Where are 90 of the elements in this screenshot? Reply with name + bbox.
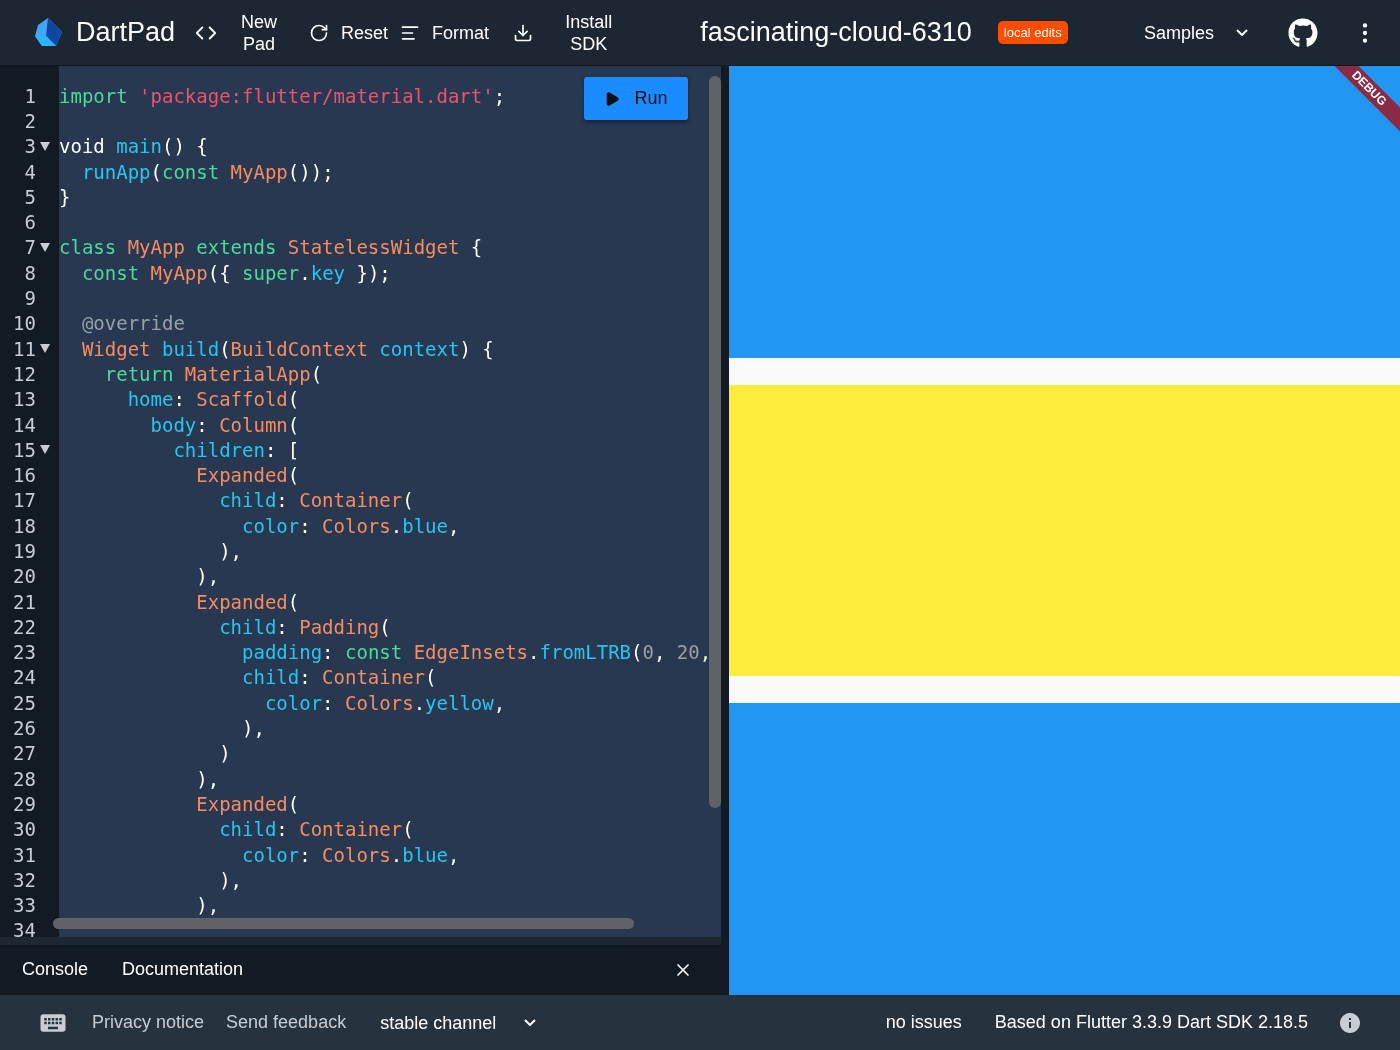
issues-status: no issues [885, 1012, 962, 1033]
line-number: 17 [12, 489, 36, 512]
fold-triangle-icon[interactable] [40, 141, 50, 151]
panel-tab[interactable]: Console [22, 958, 89, 982]
code-line: color: Colors.yellow, [263, 691, 506, 714]
fold-triangle-icon[interactable] [40, 242, 50, 252]
line-number: 18 [12, 514, 36, 537]
code-line: color: Colors.blue, [241, 514, 460, 537]
line-number: 23 [12, 641, 36, 664]
line-number: 12 [12, 362, 36, 385]
line-number: 19 [12, 540, 36, 562]
line-number: 26 [12, 717, 36, 740]
code-line: Expanded( [195, 464, 300, 487]
code-line: body: Column( [149, 413, 300, 436]
code-line: ), [195, 565, 220, 588]
line-number: 7 [23, 236, 36, 259]
line-number: 28 [12, 767, 36, 790]
line-number: 3 [23, 135, 36, 158]
panel-tab[interactable]: Documentation [122, 958, 244, 982]
line-number: 15 [12, 438, 36, 461]
code-line: class MyApp extends StatelessWidget { [59, 236, 483, 259]
line-number: 8 [23, 261, 36, 284]
code-line: @override [80, 312, 185, 335]
line-number: 4 [23, 160, 36, 183]
line-number: 24 [12, 666, 36, 689]
line-number: 21 [12, 590, 36, 613]
line-number: 10 [12, 312, 36, 335]
code-line: children: [ [172, 438, 300, 461]
play-icon [604, 90, 621, 107]
line-number: 27 [12, 742, 36, 765]
new-pad-button[interactable]: New Pad [235, 6, 284, 59]
install-sdk-button[interactable]: Install SDK [559, 6, 619, 59]
line-number: 32 [12, 868, 36, 891]
line-number: 2 [23, 109, 36, 132]
run-button[interactable]: Run [584, 77, 688, 120]
code-line: home: Scaffold( [126, 388, 300, 411]
line-number: 20 [12, 565, 36, 588]
code-line: child: Container( [241, 666, 437, 689]
format-button[interactable]: Format [394, 17, 496, 48]
line-number: 9 [23, 287, 36, 309]
code-line: runApp(const MyApp()); [80, 160, 334, 183]
code-line: Widget build(BuildContext context) { [80, 337, 494, 360]
line-number: 6 [23, 211, 36, 234]
line-number: 25 [12, 691, 36, 714]
vertical-scrollbar[interactable] [709, 76, 721, 808]
code-line: import 'package:flutter/material.dart'; [59, 84, 506, 107]
code-line: ), [195, 767, 220, 790]
code-line: ), [218, 540, 243, 562]
line-number: 5 [23, 185, 36, 208]
code-line: padding: const EdgeInsets.fromLTRB(0, 20, [241, 641, 712, 664]
line-number: 29 [12, 792, 36, 815]
code-line: ), [241, 717, 265, 740]
code-line: ), [218, 868, 243, 891]
code-line: ) [218, 742, 231, 765]
code-line: return MaterialApp( [103, 362, 323, 385]
line-number: 33 [12, 894, 36, 917]
line-number: 14 [12, 413, 36, 436]
version-info: Based on Flutter 3.3.9 Dart SDK 2.18.5 [994, 1012, 1308, 1033]
code-line: } [59, 185, 71, 208]
reset-button[interactable]: Reset [303, 17, 395, 48]
horizontal-scrollbar[interactable] [53, 918, 634, 930]
code-line: child: Container( [218, 489, 414, 512]
privacy-link[interactable]: Privacy notice [92, 1012, 205, 1033]
line-number: 34 [12, 919, 36, 938]
line-number: 31 [12, 843, 36, 866]
code-line: void main() { [59, 135, 208, 158]
code-line: Expanded( [195, 792, 300, 815]
chevron-down-icon [524, 1019, 537, 1026]
code-line: const MyApp({ super.key }); [80, 261, 391, 284]
code-line: child: Container( [218, 818, 414, 841]
line-number: 11 [12, 337, 36, 360]
line-number: 13 [12, 388, 36, 411]
refresh-icon [309, 22, 330, 43]
fold-triangle-icon[interactable] [40, 344, 50, 354]
channel-dropdown[interactable]: stable channel [374, 1007, 543, 1038]
line-number: 30 [12, 818, 36, 841]
line-number: 1 [23, 84, 36, 107]
app-name: DartPad [76, 17, 176, 48]
line-number: 22 [12, 615, 36, 638]
code-line: Expanded( [195, 590, 300, 613]
line-number: 16 [12, 464, 36, 487]
pad-title: fascinating-cloud-6310 [700, 17, 972, 48]
status-badge: local edits [997, 21, 1068, 44]
samples-dropdown[interactable]: Samples [1137, 17, 1254, 48]
code-line: ), [195, 894, 220, 917]
code-line: child: Padding( [218, 615, 391, 638]
feedback-link[interactable]: Send feedback [226, 1012, 347, 1033]
chevron-down-icon [1236, 29, 1248, 36]
fold-triangle-icon[interactable] [40, 445, 50, 455]
code-line: color: Colors.blue, [241, 843, 460, 866]
